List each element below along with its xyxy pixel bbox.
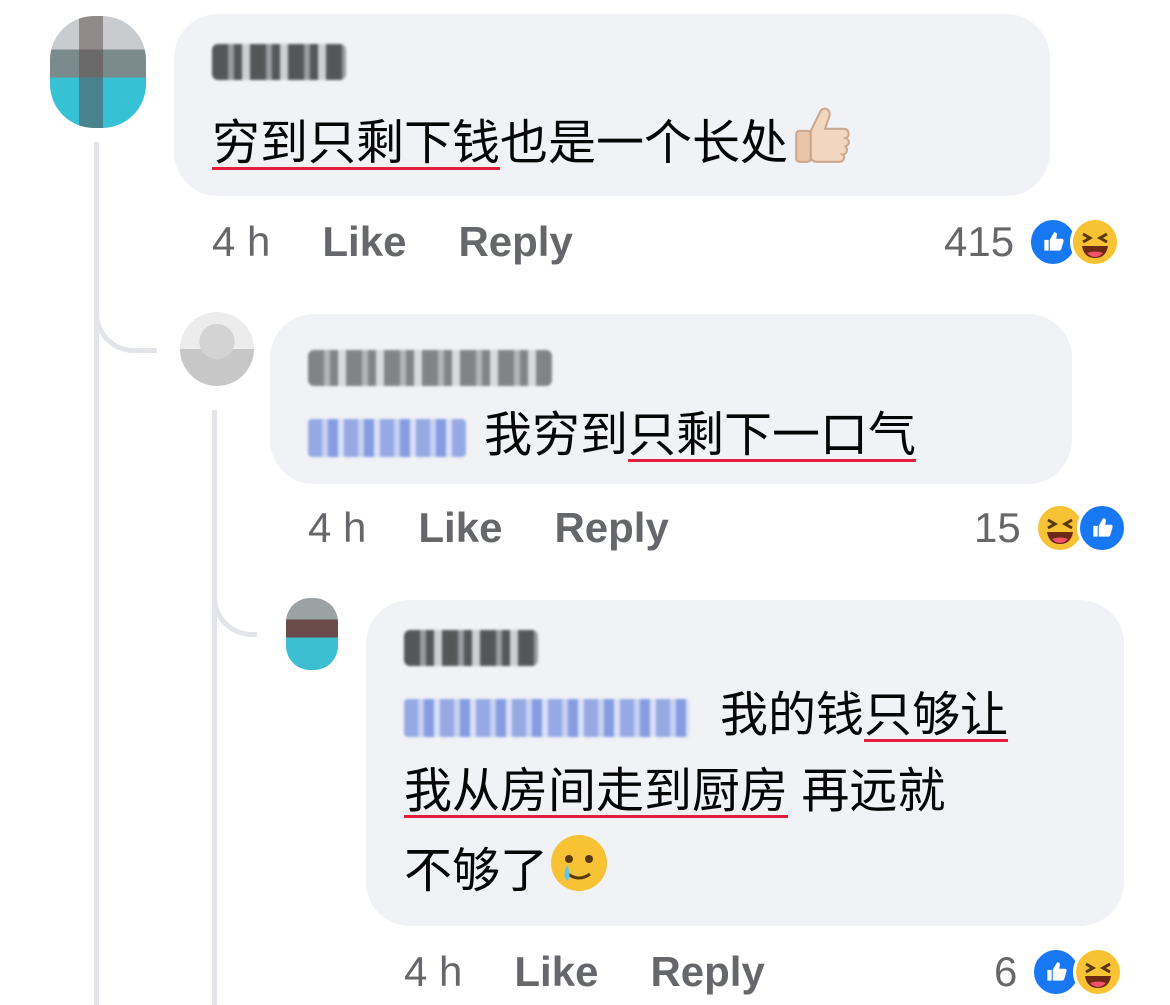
like-button[interactable]: Like: [418, 504, 502, 552]
text: 不够了: [404, 845, 549, 899]
underlined-text: 只剩下一口气: [628, 409, 917, 462]
thread-connector-reply-1: [94, 250, 157, 353]
comment-thread: 穷到只剩下钱也是一个长处 4 h Like Reply 415 我穷到只剩下一口…: [0, 0, 1170, 1005]
reply-button[interactable]: Reply: [650, 948, 764, 996]
reaction-count: 6: [994, 948, 1018, 995]
crying-smile-icon: [548, 832, 610, 917]
comment-text: 我穷到只剩下一口气: [308, 398, 916, 474]
comment-bubble: 我的钱只够让 我从房间走到厨房 再远就 不够了: [366, 600, 1124, 926]
text: 再远就: [788, 765, 946, 818]
text: 也是一个长处: [500, 117, 789, 171]
like-icon: [1076, 503, 1127, 553]
avatar[interactable]: [180, 312, 254, 386]
comment-bubble: 我穷到只剩下一口气: [270, 314, 1072, 484]
mention-tag-redacted[interactable]: [308, 419, 466, 458]
mention-tag-redacted[interactable]: [404, 699, 690, 738]
thread-connector-reply-2: [212, 560, 257, 637]
text: 我穷到: [484, 409, 629, 462]
author-name-redacted[interactable]: [212, 44, 346, 80]
reaction-summary[interactable]: 6: [994, 942, 1124, 1002]
comment-bubble: 穷到只剩下钱也是一个长处: [174, 14, 1050, 196]
reaction-summary[interactable]: 415: [944, 212, 1121, 272]
underlined-text: 穷到只剩下钱: [212, 117, 501, 171]
reaction-count: 415: [944, 218, 1015, 265]
haha-icon: [1070, 217, 1121, 267]
timestamp[interactable]: 4 h: [404, 948, 462, 996]
thread-line-reply: [212, 410, 217, 1005]
comment-actions: 4 h Like Reply: [308, 498, 721, 558]
thumbs-up-icon: [788, 102, 854, 191]
underlined-text: 只够让: [864, 689, 1009, 742]
haha-icon: [1073, 947, 1124, 997]
comment-actions: 4 h Like Reply: [212, 212, 625, 272]
like-button[interactable]: Like: [322, 218, 406, 266]
like-button[interactable]: Like: [514, 948, 598, 996]
reply-button[interactable]: Reply: [554, 504, 668, 552]
comment-text-line-1: 我的钱只够让: [404, 678, 1008, 754]
timestamp[interactable]: 4 h: [308, 504, 366, 552]
author-name-redacted[interactable]: [404, 630, 538, 666]
reaction-summary[interactable]: 15: [974, 498, 1127, 558]
avatar[interactable]: [50, 16, 146, 128]
reaction-count: 15: [974, 504, 1021, 551]
timestamp[interactable]: 4 h: [212, 218, 270, 266]
author-name-redacted[interactable]: [308, 350, 552, 386]
comment-text: 穷到只剩下钱也是一个长处: [212, 102, 854, 191]
reply-button[interactable]: Reply: [458, 218, 572, 266]
underlined-text: 我从房间走到厨房: [404, 765, 789, 818]
comment-text-line-3: 不够了: [404, 832, 610, 917]
avatar[interactable]: [286, 598, 338, 670]
comment-text-line-2: 我从房间走到厨房 再远就: [404, 754, 945, 830]
text: 我的钱: [720, 689, 865, 742]
comment-actions: 4 h Like Reply: [404, 942, 817, 1002]
